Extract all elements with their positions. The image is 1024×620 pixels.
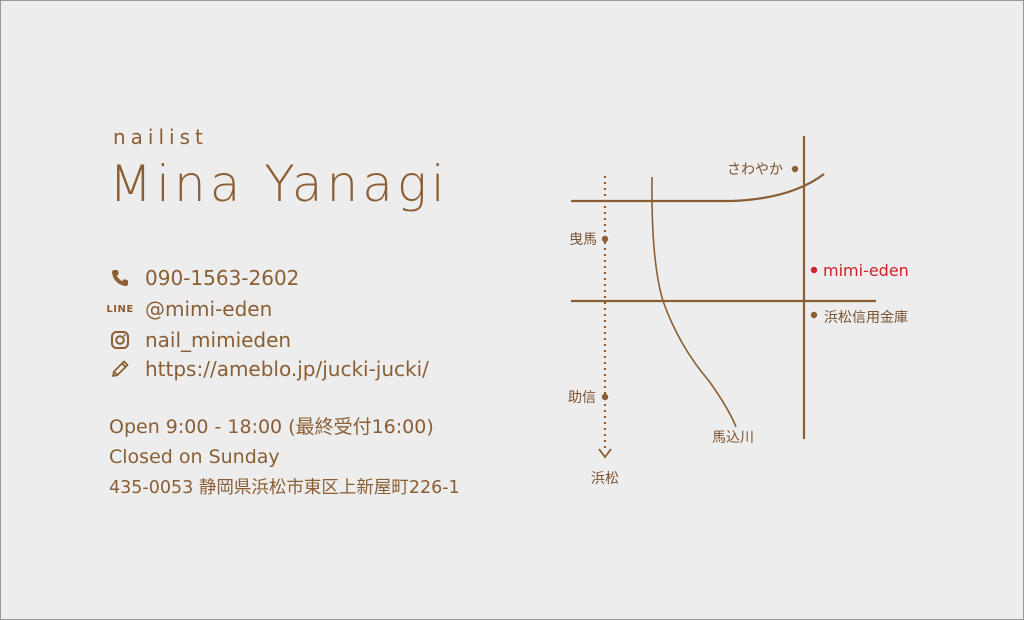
map-label-hamamatsu: 浜松 bbox=[591, 471, 619, 487]
map-dot-sukenobu bbox=[601, 393, 609, 401]
business-card: nailist Mina Yanagi 090-1563-2602 LINE @… bbox=[0, 0, 1024, 620]
phone-icon bbox=[107, 265, 133, 291]
map-label-sawayaka: さわやか bbox=[727, 162, 783, 178]
phone-number: 090-1563-2602 bbox=[145, 266, 300, 290]
instagram-icon bbox=[107, 327, 133, 353]
blog-url: https://ameblo.jp/jucki-jucki/ bbox=[145, 357, 429, 381]
map-label-hikuma: 曳馬 bbox=[569, 232, 597, 248]
line-id: @mimi-eden bbox=[145, 297, 273, 321]
map-label-bank: 浜松信用金庫 bbox=[824, 309, 908, 326]
contact-instagram[interactable]: nail_mimieden bbox=[107, 327, 427, 353]
map-dot-hikuma bbox=[601, 235, 609, 243]
opening-hours: Open 9:00 - 18:00 (最終受付16:00) bbox=[109, 416, 434, 438]
map-dot-shop bbox=[810, 266, 818, 274]
map-dot-sawayaka bbox=[791, 165, 799, 173]
map-label-river: 馬込川 bbox=[712, 430, 754, 446]
map-road-top bbox=[571, 173, 825, 203]
access-map: さわやか 曳馬 mimi-eden 浜松信用金庫 助信 馬込川 浜松 bbox=[568, 136, 909, 487]
line-icon: LINE bbox=[106, 303, 134, 315]
instagram-handle: nail_mimieden bbox=[145, 328, 292, 352]
address: 435-0053 静岡県浜松市東区上新屋町226-1 bbox=[109, 478, 460, 498]
contact-blog[interactable]: https://ameblo.jp/jucki-jucki/ bbox=[107, 356, 429, 382]
card-name: Mina Yanagi bbox=[109, 155, 449, 213]
contact-phone[interactable]: 090-1563-2602 bbox=[107, 265, 427, 291]
card-role: nailist bbox=[113, 125, 208, 149]
contact-line[interactable]: LINE @mimi-eden bbox=[106, 296, 427, 322]
pencil-icon bbox=[107, 356, 133, 382]
map-arrow-down bbox=[598, 448, 612, 459]
closed-day: Closed on Sunday bbox=[109, 446, 280, 468]
map-label-sukenobu: 助信 bbox=[568, 390, 596, 406]
map-dot-bank bbox=[810, 311, 818, 319]
map-label-shop: mimi-eden bbox=[823, 261, 909, 280]
